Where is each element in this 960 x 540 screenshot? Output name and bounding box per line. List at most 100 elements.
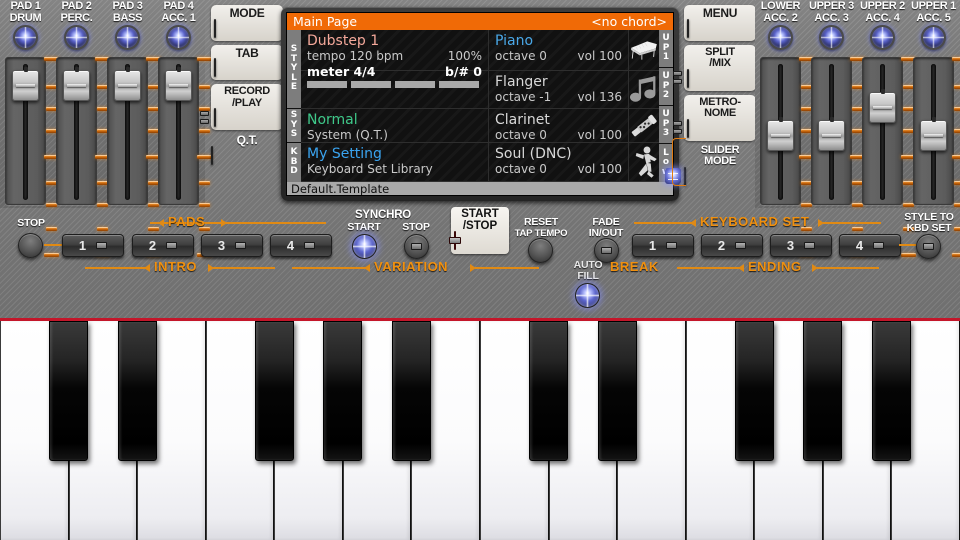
pad-fader-1[interactable] (5, 57, 46, 205)
pad-column-3: PAD 3BASS (103, 0, 152, 208)
black-key[interactable] (872, 321, 911, 461)
lcd-part-cell-2[interactable]: Flangeroctave -1vol 136 (489, 71, 629, 108)
black-key[interactable] (529, 321, 568, 461)
right-button-column: MENU SPLIT /MIX METRO- NOME SLIDER MODE (684, 5, 756, 193)
mode-button-key[interactable] (214, 19, 216, 38)
start-stop-key[interactable] (454, 231, 456, 250)
lcd-left-rail: STYLESYSKBD (287, 30, 301, 182)
record-play-key[interactable] (214, 108, 216, 127)
pad-led-button-1[interactable] (13, 25, 38, 50)
keyboard-set-button-1[interactable]: 1 (632, 234, 694, 257)
fader-groove (880, 64, 885, 200)
pad-led-button-2[interactable] (64, 25, 89, 50)
black-key[interactable] (392, 321, 431, 461)
synchro-start-knob[interactable] (352, 234, 377, 259)
menu-button-key[interactable] (687, 19, 689, 38)
pad-button-2[interactable]: 2 (132, 234, 194, 257)
pad-fader-knob-2[interactable] (63, 70, 90, 101)
part-fader-4[interactable] (913, 57, 954, 205)
lcd-icon-cell-4[interactable] (629, 143, 659, 181)
metronome-key[interactable] (687, 119, 689, 138)
split-mix-key[interactable] (687, 69, 689, 88)
lcd-icon-cell-1[interactable] (629, 30, 659, 70)
lcd-left-cell-2 (301, 71, 489, 108)
part-fader-2[interactable] (811, 57, 852, 205)
part-fader-knob-4[interactable] (920, 120, 947, 151)
metronome-button[interactable]: METRO- NOME (684, 95, 756, 141)
pad-fader-knob-3[interactable] (114, 70, 141, 101)
keyboard-set-button-1-label: 1 (649, 238, 656, 253)
pad-fader-knob-4[interactable] (165, 70, 192, 101)
black-key[interactable] (735, 321, 774, 461)
pad-button-3[interactable]: 3 (201, 234, 263, 257)
pad-fader-3[interactable] (107, 57, 148, 205)
keyboard-set-button-2[interactable]: 2 (701, 234, 763, 257)
split-mix-button[interactable]: SPLIT /MIX (684, 45, 756, 91)
pad-led-button-3[interactable] (115, 25, 140, 50)
part-fader-1[interactable] (760, 57, 801, 205)
lcd-part-cell-3[interactable]: Clarinetoctave 0vol 100 (489, 109, 629, 142)
pad-fader-knob-1[interactable] (12, 70, 39, 101)
auto-fill-knob[interactable] (575, 283, 600, 308)
keyboard-set-button-3[interactable]: 3 (770, 234, 832, 257)
lcd-screen[interactable]: Main Page <no chord> STYLESYSKBD Dubstep… (286, 12, 674, 196)
pad-button-1[interactable]: 1 (62, 234, 124, 257)
part-fader-knob-1[interactable] (767, 120, 794, 151)
part-led-button-2[interactable] (819, 25, 844, 50)
mode-button[interactable]: MODE (211, 5, 283, 41)
stop-knob[interactable] (18, 233, 43, 258)
slider-mode-button[interactable]: SLIDER MODE (684, 145, 756, 189)
lcd-left-name-3: Normal (307, 112, 482, 128)
black-key[interactable] (255, 321, 294, 461)
menu-button[interactable]: MENU (684, 5, 756, 41)
pad-button-4[interactable]: 4 (270, 234, 332, 257)
record-play-button[interactable]: RECORD /PLAY (211, 84, 283, 130)
black-key[interactable] (598, 321, 637, 461)
led-tick (952, 155, 960, 159)
lcd-row-3: NormalSystem (Q.T.)Clarinetoctave 0vol 1… (301, 109, 659, 143)
pad-fader-4[interactable] (158, 57, 199, 205)
part-fader-3[interactable] (862, 57, 903, 205)
piano-keyboard[interactable] (0, 318, 960, 540)
part-led-button-4[interactable] (921, 25, 946, 50)
keyboard-set-button-2-label: 2 (718, 238, 725, 253)
lcd-rail-segment-sys: SYS (287, 109, 301, 143)
synchro-stop-knob[interactable] (404, 234, 429, 259)
black-key[interactable] (118, 321, 157, 461)
pad-fader-2[interactable] (56, 57, 97, 205)
style-to-kbd-knob[interactable] (916, 234, 941, 259)
lcd-icon-cell-2[interactable] (629, 71, 659, 108)
part-fader-knob-3[interactable] (869, 92, 896, 123)
start-stop-button[interactable]: START /STOP (451, 207, 509, 254)
lcd-left-name-1: Dubstep 1 (307, 33, 482, 49)
lcd-left-cell-3[interactable]: NormalSystem (Q.T.) (301, 109, 489, 142)
black-key[interactable] (803, 321, 842, 461)
lcd-part-name-1: Piano (495, 33, 622, 49)
tab-button-key[interactable] (214, 58, 216, 77)
variation-rule-right (475, 267, 539, 269)
kbdset-rule-left (634, 222, 692, 224)
part-label-3: UPPER 2ACC. 4 (858, 1, 907, 24)
dancer-icon (629, 143, 659, 181)
lcd-part-cell-1[interactable]: Pianooctave 0vol 100 (489, 30, 629, 70)
synchro-label: SYNCHRO (340, 210, 426, 221)
lcd-icon-cell-3[interactable] (629, 109, 659, 142)
tab-button[interactable]: TAB (211, 45, 283, 81)
part-fader-knob-2[interactable] (818, 120, 845, 151)
lcd-left-cell-1[interactable]: Dubstep 1tempo 120 bpm100%meter 4/4b/# 0 (301, 30, 489, 70)
qt-button[interactable]: Q.T. (211, 134, 283, 168)
led-dot-icon (304, 242, 315, 249)
lcd-part-cell-4[interactable]: Soul (DNC)octave 0vol 100 (489, 143, 629, 181)
lcd-row-4: My SettingKeyboard Set LibrarySoul (DNC)… (301, 143, 659, 182)
black-key[interactable] (323, 321, 362, 461)
black-key[interactable] (49, 321, 88, 461)
lcd-left-cell-4[interactable]: My SettingKeyboard Set Library (301, 143, 489, 181)
part-led-button-1[interactable] (768, 25, 793, 50)
qt-button-key[interactable] (211, 146, 213, 165)
slider-mode-label-2: MODE (684, 156, 756, 168)
part-led-button-3[interactable] (870, 25, 895, 50)
keyboard-set-button-4[interactable]: 4 (839, 234, 901, 257)
pad-led-button-4[interactable] (166, 25, 191, 50)
pad-button-1-label: 1 (79, 238, 86, 253)
led-tick (954, 203, 960, 207)
